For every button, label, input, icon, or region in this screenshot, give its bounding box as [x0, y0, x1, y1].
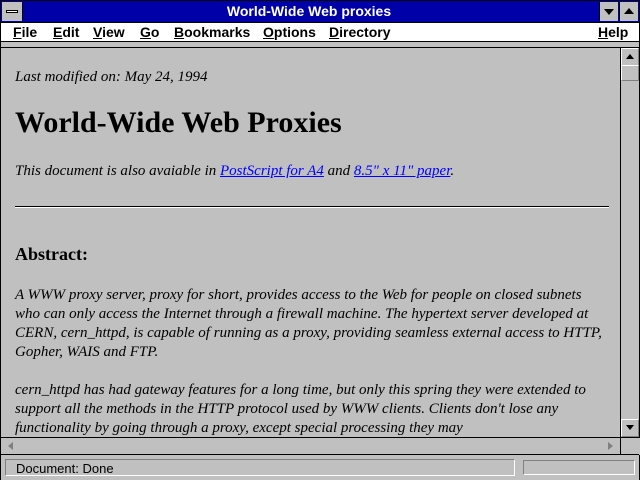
menu-options[interactable]: Options	[263, 23, 316, 41]
vertical-scroll-thumb[interactable]	[621, 65, 639, 81]
availability-and: and	[323, 163, 354, 179]
abstract-paragraph-1: A WWW proxy server, proxy for short, pro…	[15, 287, 602, 360]
menu-go[interactable]: Go	[140, 23, 159, 41]
minimize-icon[interactable]	[599, 2, 618, 21]
menu-file[interactable]: File	[13, 23, 37, 41]
menu-view[interactable]: View	[93, 23, 125, 41]
page-title: World-Wide Web Proxies	[15, 106, 342, 139]
postscript-a4-link[interactable]: PostScript for A4	[220, 163, 324, 179]
system-menu-icon[interactable]	[2, 2, 23, 21]
browser-window: World-Wide Web proxies File Edit View Go…	[0, 0, 640, 480]
menu-edit[interactable]: Edit	[53, 23, 79, 41]
letter-paper-link[interactable]: 8.5" x 11" paper	[354, 163, 450, 179]
vertical-scrollbar[interactable]	[620, 48, 639, 437]
scroll-right-icon[interactable]	[602, 438, 618, 454]
abstract-paragraph-2: cern_httpd has had gateway features for …	[15, 382, 586, 436]
maximize-icon[interactable]	[619, 2, 638, 21]
scroll-up-icon[interactable]	[621, 48, 639, 66]
horizontal-rule	[15, 206, 609, 208]
availability-suffix: .	[450, 163, 455, 179]
status-bar: Document: Done	[1, 454, 639, 480]
menu-bar: File Edit View Go Bookmarks Options Dire…	[1, 23, 639, 42]
menu-bookmarks[interactable]: Bookmarks	[174, 23, 250, 41]
scrollbar-corner	[620, 437, 640, 455]
abstract-heading: Abstract:	[15, 244, 88, 264]
title-bar: World-Wide Web proxies	[1, 1, 639, 23]
status-text: Document: Done	[5, 459, 515, 476]
menu-help[interactable]: Help	[598, 23, 628, 41]
scroll-down-icon[interactable]	[621, 419, 639, 437]
document-view: Last modified on: May 24, 1994 World-Wid…	[1, 48, 619, 437]
progress-indicator	[523, 460, 635, 475]
last-modified: Last modified on: May 24, 1994	[15, 69, 208, 85]
horizontal-scrollbar[interactable]	[1, 437, 620, 454]
scroll-left-icon[interactable]	[3, 438, 19, 454]
availability-prefix: This document is also avaiable in	[15, 163, 220, 179]
availability-line: This document is also avaiable in PostSc…	[15, 162, 605, 181]
menu-directory[interactable]: Directory	[329, 23, 390, 41]
window-title: World-Wide Web proxies	[226, 3, 392, 19]
